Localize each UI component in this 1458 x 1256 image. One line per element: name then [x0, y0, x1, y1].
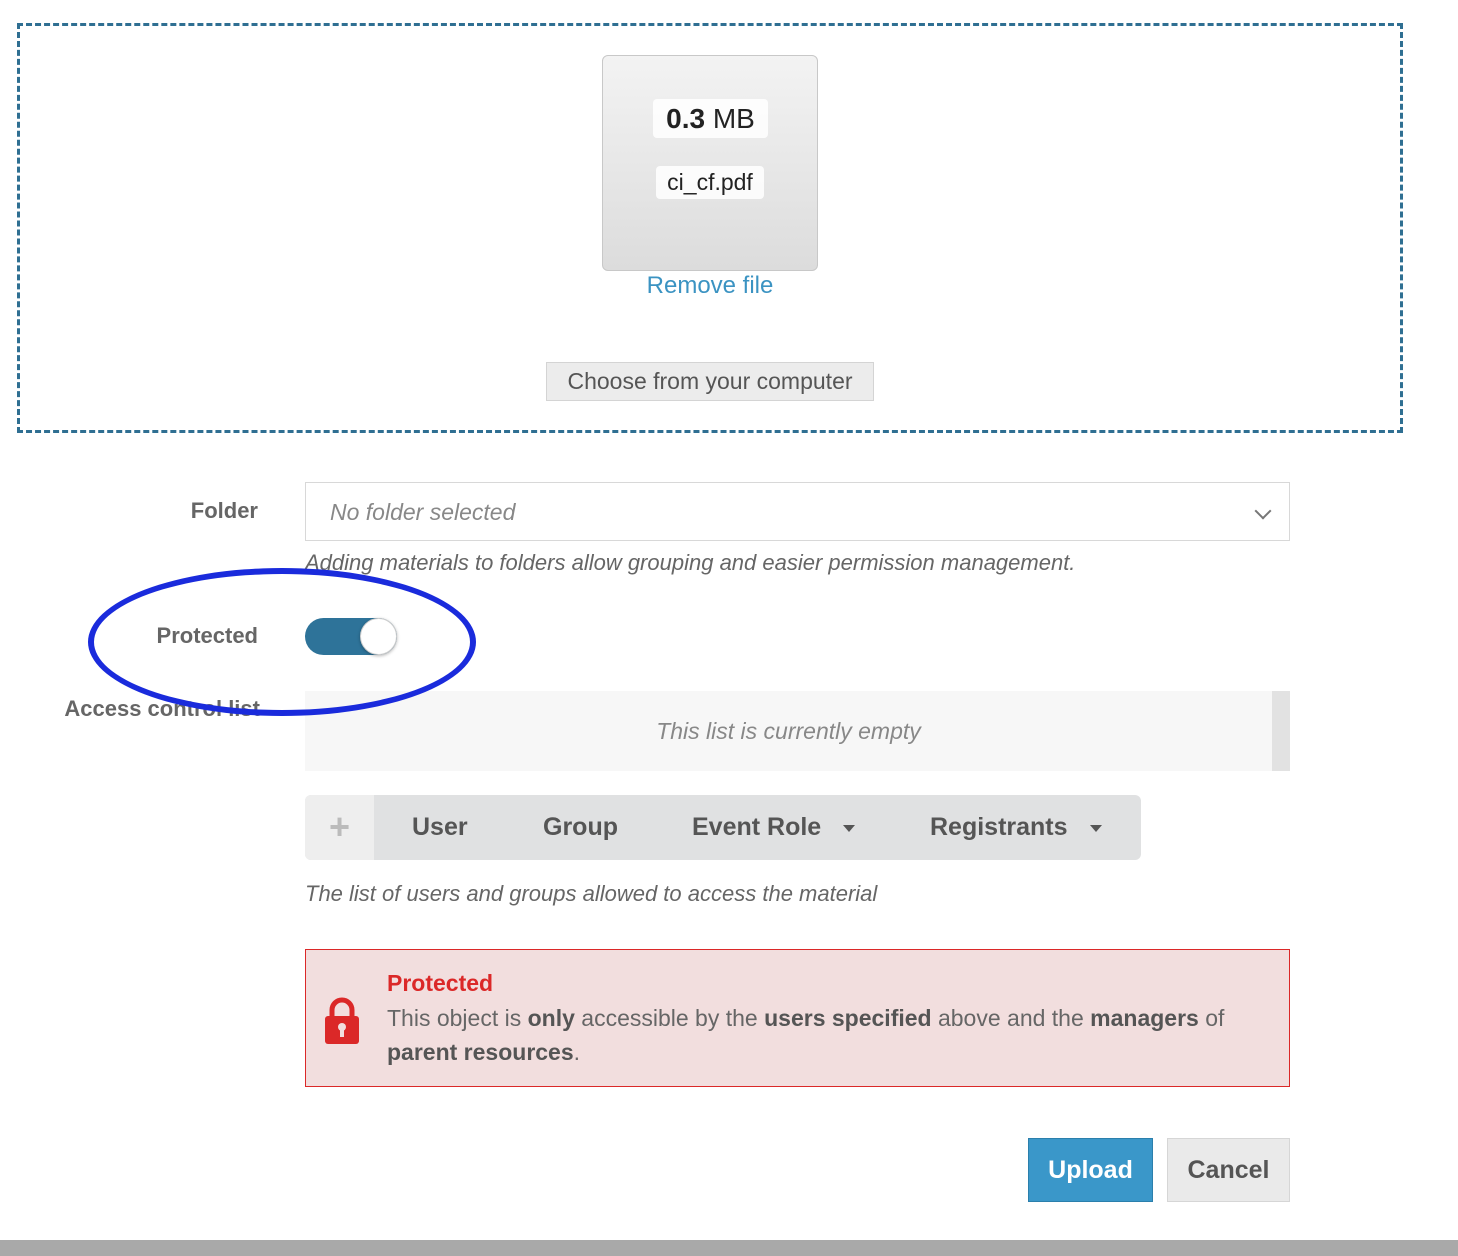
- cancel-button[interactable]: Cancel: [1167, 1138, 1290, 1202]
- acl-add-user[interactable]: User: [412, 795, 468, 860]
- protected-warning: Protected This object is only accessible…: [305, 949, 1290, 1087]
- file-size-value: 0.3: [666, 103, 706, 134]
- caret-down-icon: [843, 824, 856, 832]
- file-size-unit: MB: [712, 103, 755, 134]
- folder-label: Folder: [190, 498, 258, 523]
- acl-toolbar: + User Group Event Role Registrants: [305, 795, 1141, 860]
- acl-event-role-dropdown[interactable]: Event Role: [692, 795, 856, 860]
- acl-registrants-label: Registrants: [930, 813, 1068, 841]
- acl-help: The list of users and groups allowed to …: [305, 881, 878, 906]
- acl-list: This list is currently empty: [305, 691, 1290, 771]
- plus-icon[interactable]: +: [305, 795, 374, 860]
- file-preview: [602, 55, 818, 271]
- file-name: ci_cf.pdf: [656, 166, 764, 199]
- choose-file-button[interactable]: Choose from your computer: [546, 362, 874, 401]
- folder-placeholder: No folder selected: [330, 499, 516, 525]
- protected-label: Protected: [156, 623, 258, 648]
- acl-scrollbar[interactable]: [1272, 691, 1290, 771]
- remove-file-link[interactable]: Remove file: [610, 272, 810, 300]
- bottom-bar: [0, 1240, 1458, 1256]
- folder-help: Adding materials to folders allow groupi…: [305, 550, 1076, 575]
- upload-button[interactable]: Upload: [1028, 1138, 1153, 1202]
- acl-event-role-label: Event Role: [692, 813, 822, 841]
- lock-icon: [325, 997, 359, 1044]
- caret-down-icon: [1089, 824, 1102, 832]
- acl-label: Access control list: [64, 696, 260, 721]
- file-size: 0.3 MB: [653, 99, 768, 138]
- toggle-knob: [360, 618, 397, 655]
- warning-text: This object is only accessible by the us…: [387, 1005, 1225, 1065]
- acl-empty-text: This list is currently empty: [656, 718, 921, 744]
- acl-add-group[interactable]: Group: [543, 795, 618, 860]
- acl-registrants-dropdown[interactable]: Registrants: [930, 795, 1102, 860]
- protected-toggle[interactable]: [305, 618, 397, 655]
- warning-title: Protected: [387, 970, 494, 996]
- chevron-down-icon: [1254, 502, 1272, 520]
- folder-select[interactable]: No folder selected: [305, 482, 1290, 541]
